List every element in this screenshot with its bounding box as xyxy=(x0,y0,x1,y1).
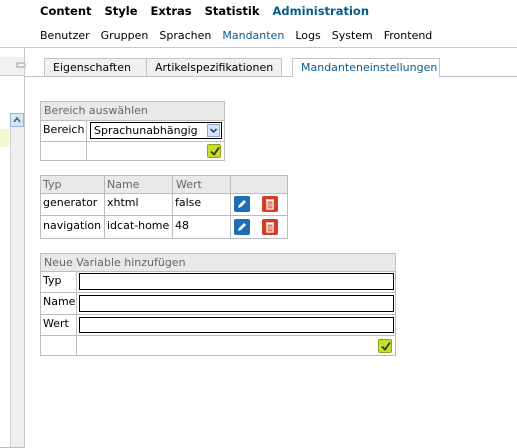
bereich-panel: Bereich auswählen Bereich Sprachunabhäng… xyxy=(40,101,225,161)
subnav-system[interactable]: System xyxy=(332,29,373,43)
delete-button[interactable] xyxy=(262,219,278,235)
new-wert-input[interactable] xyxy=(79,317,394,333)
col-name: Name xyxy=(107,178,140,191)
row-divider xyxy=(41,335,395,336)
col-typ: Typ xyxy=(43,178,62,191)
row1-name: xhtml xyxy=(107,196,139,209)
row2-typ: navigation xyxy=(43,219,102,232)
pencil-icon xyxy=(238,223,246,231)
sub-navigation: Benutzer Gruppen Sprachen Mandanten Logs… xyxy=(40,29,432,43)
bereich-select[interactable]: Sprachunabhängig xyxy=(90,122,222,139)
tab-eigenschaften[interactable]: Eigenschaften xyxy=(44,58,148,76)
edit-button[interactable] xyxy=(234,219,250,235)
col-wert: Wert xyxy=(176,178,202,191)
trash-icon xyxy=(266,199,274,210)
row1-wert: false xyxy=(175,196,202,209)
trash-icon xyxy=(266,222,274,233)
chevron-down-icon[interactable] xyxy=(207,124,220,137)
new-variable-panel: Neue Variable hinzufügen Typ Name Wert xyxy=(40,253,396,356)
nav-statistik[interactable]: Statistik xyxy=(205,4,260,20)
nav-style[interactable]: Style xyxy=(105,4,138,20)
nav-content[interactable]: Content xyxy=(40,4,92,20)
subnav-benutzer[interactable]: Benutzer xyxy=(40,29,90,43)
nav-extras[interactable]: Extras xyxy=(151,4,192,20)
new-variable-submit-button[interactable] xyxy=(378,339,392,353)
row-divider xyxy=(41,292,395,293)
main-navigation: Content Style Extras Statistik Administr… xyxy=(40,4,369,20)
left-frame-scrollbar[interactable] xyxy=(10,113,25,448)
new-variable-title: Neue Variable hinzufügen xyxy=(41,254,395,272)
scroll-up-icon[interactable] xyxy=(10,113,24,127)
bereich-row-divider xyxy=(41,141,224,142)
row1-typ: generator xyxy=(43,196,98,209)
header-divider xyxy=(24,47,517,48)
check-icon xyxy=(210,146,220,156)
variables-table: Typ Name Wert generator xhtml false navi… xyxy=(40,175,288,239)
row-divider xyxy=(41,314,395,315)
left-frame-selected-row xyxy=(0,129,9,147)
delete-button[interactable] xyxy=(262,196,278,212)
new-name-input[interactable] xyxy=(79,295,394,312)
left-header-divider xyxy=(0,47,24,48)
subnav-mandanten[interactable]: Mandanten xyxy=(222,29,284,43)
row2-name: idcat-home xyxy=(107,219,170,232)
row2-wert: 48 xyxy=(175,219,189,232)
new-wert-label: Wert xyxy=(43,317,69,330)
col-divider xyxy=(230,176,231,238)
bereich-submit-button[interactable] xyxy=(207,144,221,158)
nav-administration[interactable]: Administration xyxy=(273,4,370,20)
frame-divider xyxy=(24,48,25,448)
tab-artikelspezifikationen[interactable]: Artikelspezifikationen xyxy=(146,58,282,76)
tab-mandanteneinstellungen[interactable]: Mandanteneinstellungen xyxy=(292,58,440,77)
subnav-frontend[interactable]: Frontend xyxy=(384,29,433,43)
new-typ-label: Typ xyxy=(43,274,62,287)
subnav-gruppen[interactable]: Gruppen xyxy=(101,29,149,43)
row-divider xyxy=(41,215,287,216)
bereich-title: Bereich auswählen xyxy=(41,102,224,121)
bereich-label: Bereich xyxy=(43,123,85,136)
check-icon xyxy=(381,341,391,351)
subnav-sprachen[interactable]: Sprachen xyxy=(159,29,211,43)
pencil-icon xyxy=(238,200,246,208)
bereich-select-value: Sprachunabhängig xyxy=(94,124,198,137)
variables-header: Typ Name Wert xyxy=(41,176,287,194)
edit-button[interactable] xyxy=(234,196,250,212)
new-typ-input[interactable] xyxy=(79,273,394,290)
new-name-label: Name xyxy=(43,295,76,308)
subnav-logs[interactable]: Logs xyxy=(295,29,320,43)
